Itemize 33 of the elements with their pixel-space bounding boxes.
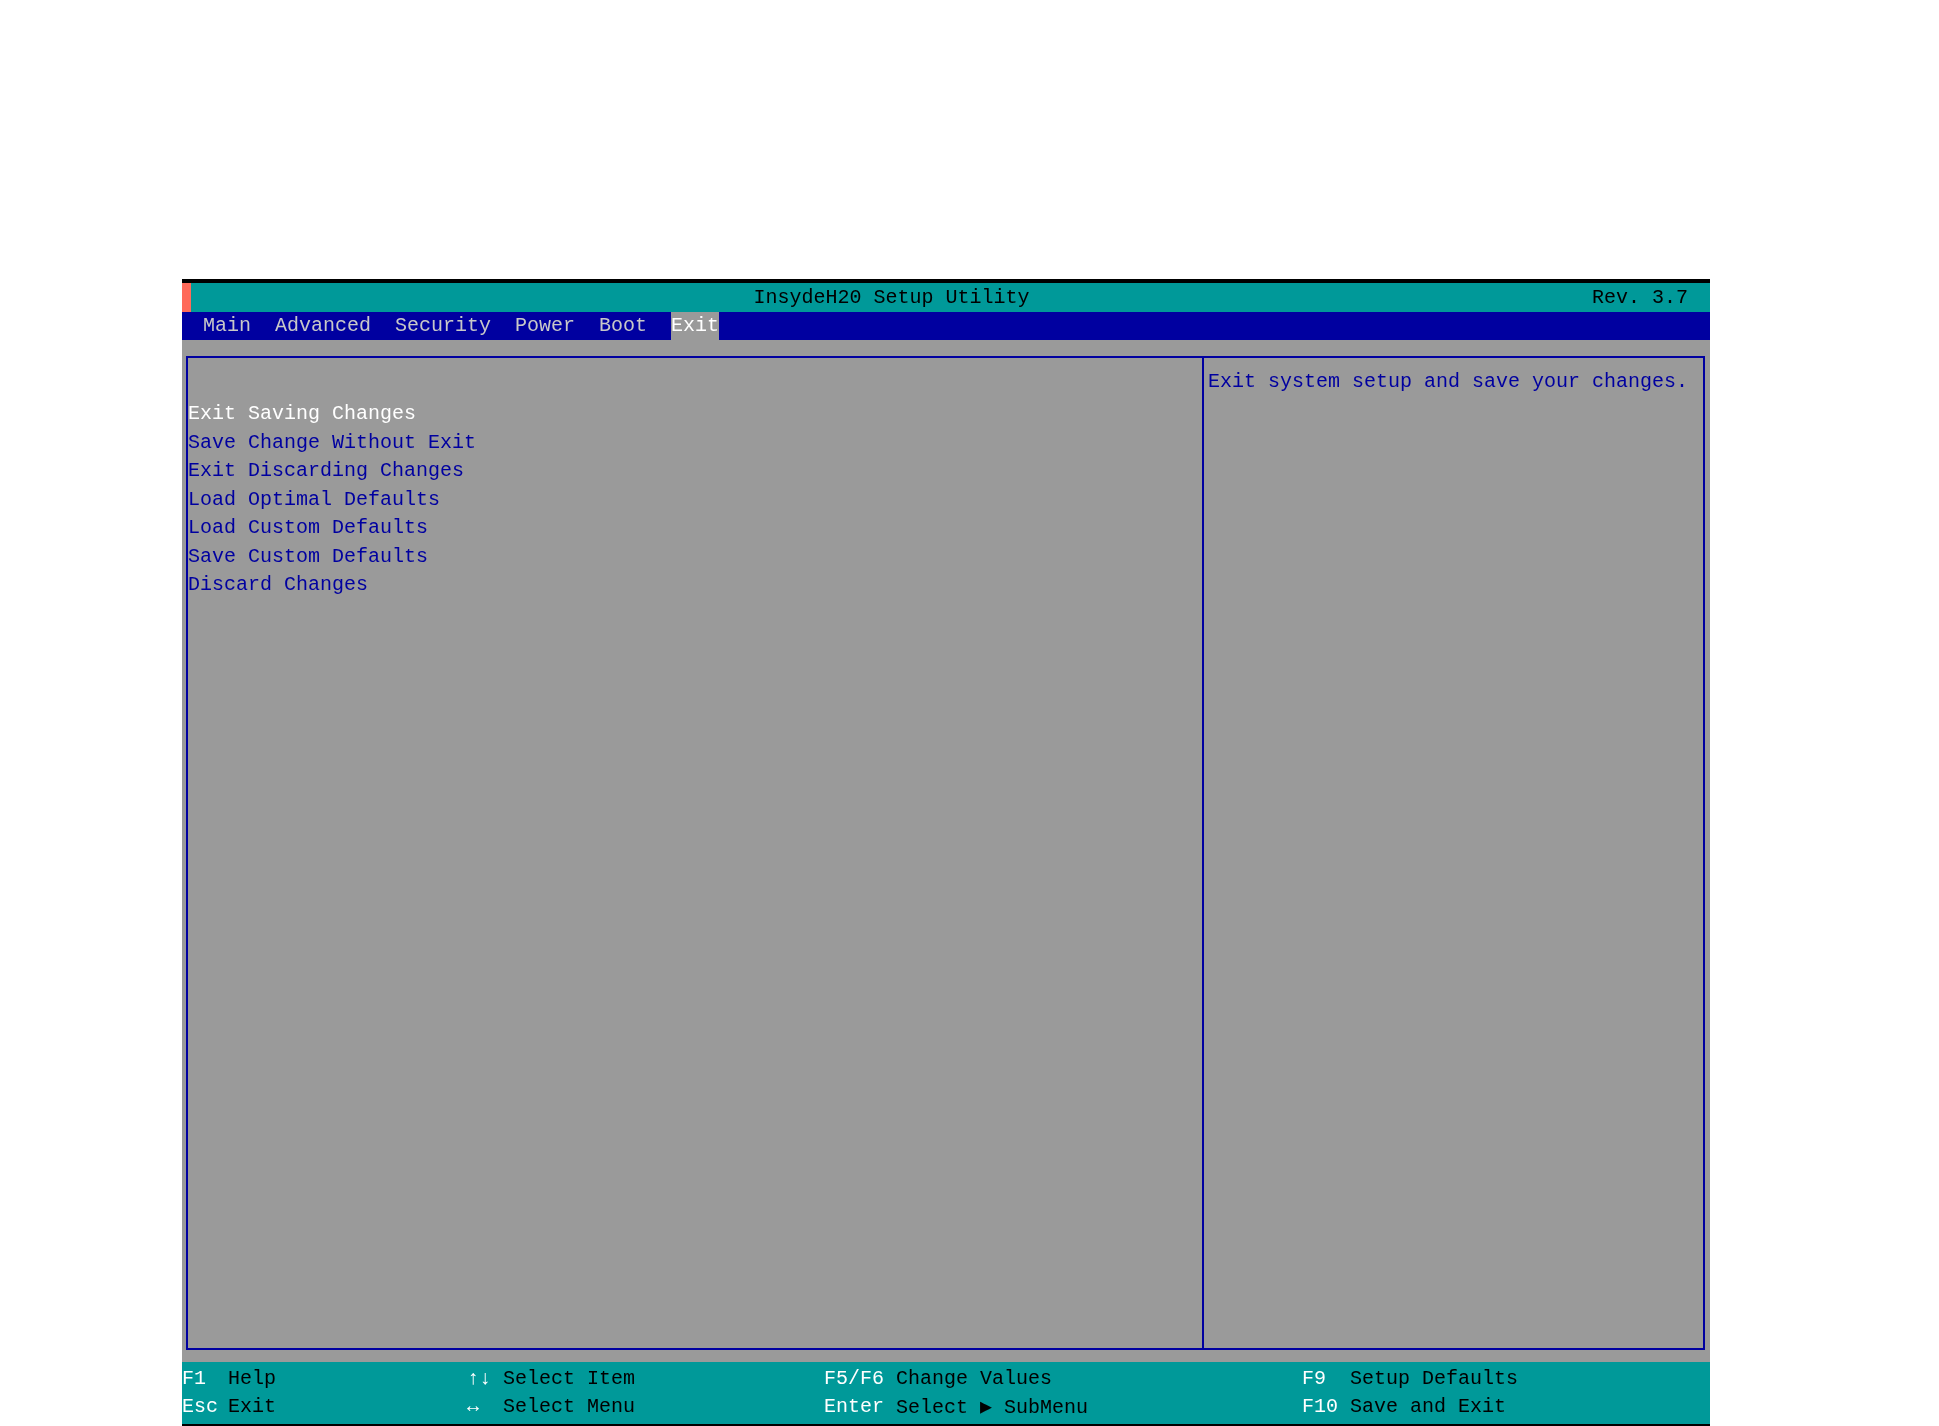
exit-option[interactable]: Discard Changes [188,571,369,600]
menu-tab[interactable]: Boot [599,312,648,340]
menu-tab[interactable]: Exit [671,312,720,340]
exit-option[interactable]: Exit Saving Changes [188,400,417,429]
key-action: Exit [228,1394,276,1418]
corner-marker [182,283,191,312]
key-action: Select Menu [503,1394,636,1418]
key-action: Select Item [503,1366,636,1390]
exit-option[interactable]: Exit Discarding Changes [188,457,465,486]
key-label: F5/F6 [824,1366,885,1390]
help-text: Exit system setup and save your changes. [1208,370,1689,393]
menu-tab[interactable]: Security [395,312,492,340]
key-action: Change Values [896,1366,1053,1390]
exit-option[interactable]: Save Change Without Exit [188,428,477,457]
key-action: Help [228,1366,276,1390]
key-label: Esc [182,1394,219,1418]
key-label: Enter [824,1394,885,1418]
key-label: ↑↓ [467,1366,492,1390]
key-label: F10 [1302,1394,1339,1418]
exit-option[interactable]: Load Custom Defaults [188,514,429,543]
key-action: Select ▶ SubMenu [896,1394,1089,1419]
setup-title: InsydeH20 Setup Utility [752,286,1031,309]
exit-option[interactable]: Save Custom Defaults [188,542,429,571]
key-label: ↔ [467,1394,480,1418]
exit-option[interactable]: Load Optimal Defaults [188,485,441,514]
key-label: F9 [1302,1366,1327,1390]
key-action: Save and Exit [1350,1394,1507,1418]
revision-label: Rev. 3.7 [1592,286,1688,309]
key-label: F1 [182,1366,207,1390]
menu-tab[interactable]: Power [515,312,576,340]
menu-tab[interactable]: Advanced [275,312,372,340]
key-action: Setup Defaults [1350,1366,1519,1390]
menu-tab[interactable]: Main [203,312,251,340]
